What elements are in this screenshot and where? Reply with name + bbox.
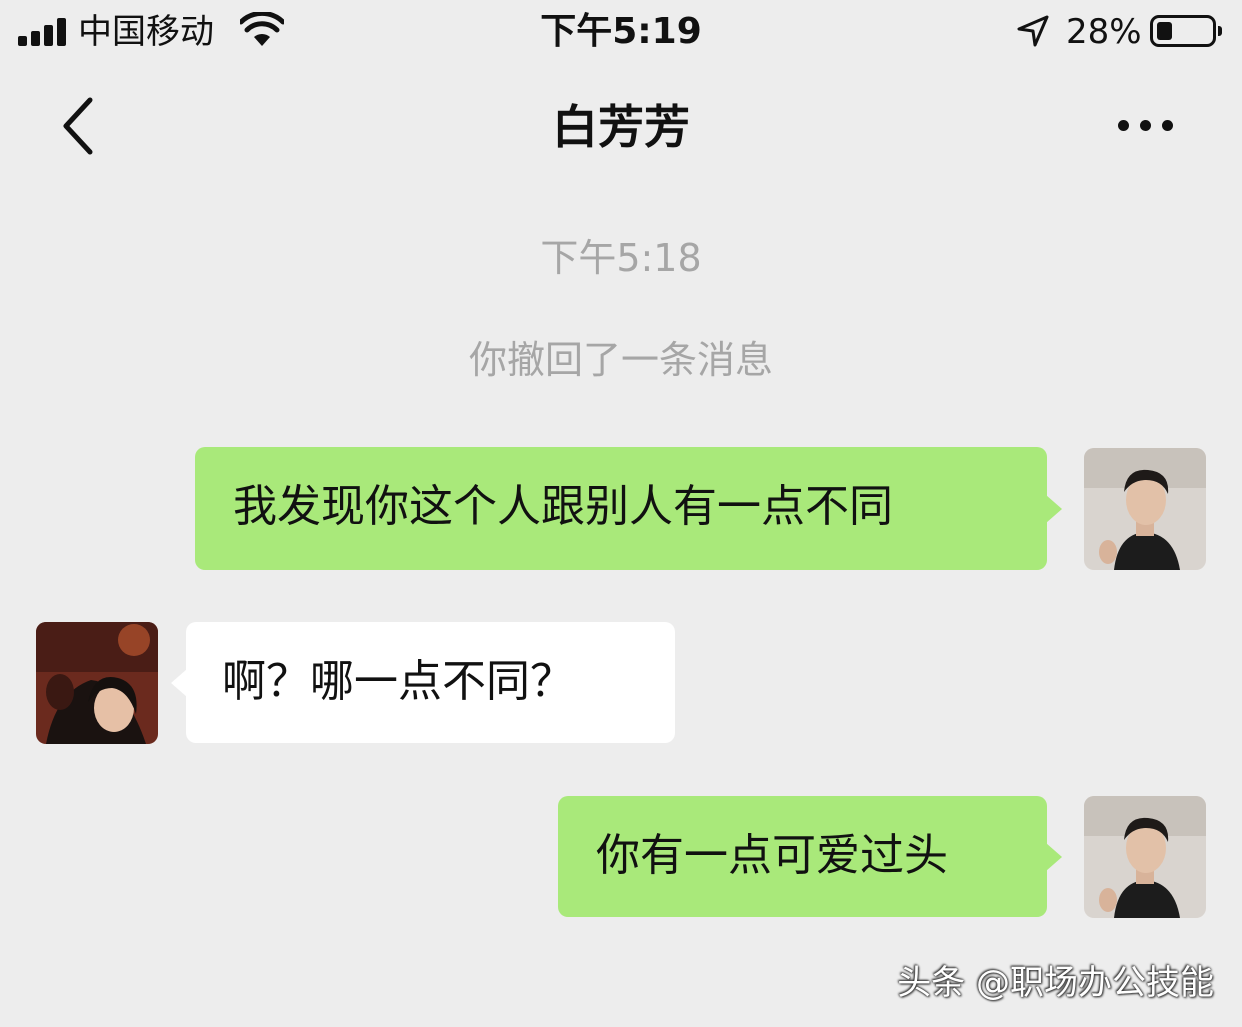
status-bar: 中国移动 下午5:19 28% (0, 0, 1242, 64)
location-arrow-icon (1017, 15, 1049, 47)
battery-level (1157, 22, 1172, 40)
received-message-bubble[interactable]: 啊？哪一点不同？ (171, 622, 675, 743)
more-options-button[interactable] (1108, 106, 1184, 146)
message-text: 你有一点可爱过头 (596, 830, 948, 881)
sent-message-bubble[interactable]: 你有一点可爱过头 (558, 796, 1062, 917)
status-time: 下午5:19 (540, 11, 702, 52)
contact-avatar[interactable] (36, 622, 158, 744)
nav-bar: 白芳芳 (0, 64, 1242, 190)
man-portrait-icon (1084, 448, 1206, 570)
woman-portrait-icon (36, 622, 158, 744)
sent-message-bubble[interactable]: 我发现你这个人跟别人有一点不同 (195, 447, 1062, 570)
message-text: 啊？哪一点不同？ (222, 656, 574, 707)
my-avatar[interactable] (1084, 796, 1206, 918)
chat-title: 白芳芳 (552, 100, 690, 154)
recalled-message-notice: 你撤回了一条消息 (468, 338, 773, 382)
battery-percent: 28% (1066, 12, 1142, 52)
watermark: 头条 @职场办公技能 (897, 963, 1214, 1003)
man-portrait-icon (1084, 796, 1206, 918)
message-text: 我发现你这个人跟别人有一点不同 (233, 481, 893, 532)
my-avatar[interactable] (1084, 448, 1206, 570)
battery-icon (1150, 15, 1222, 47)
message-timestamp: 下午5:18 (540, 236, 702, 280)
